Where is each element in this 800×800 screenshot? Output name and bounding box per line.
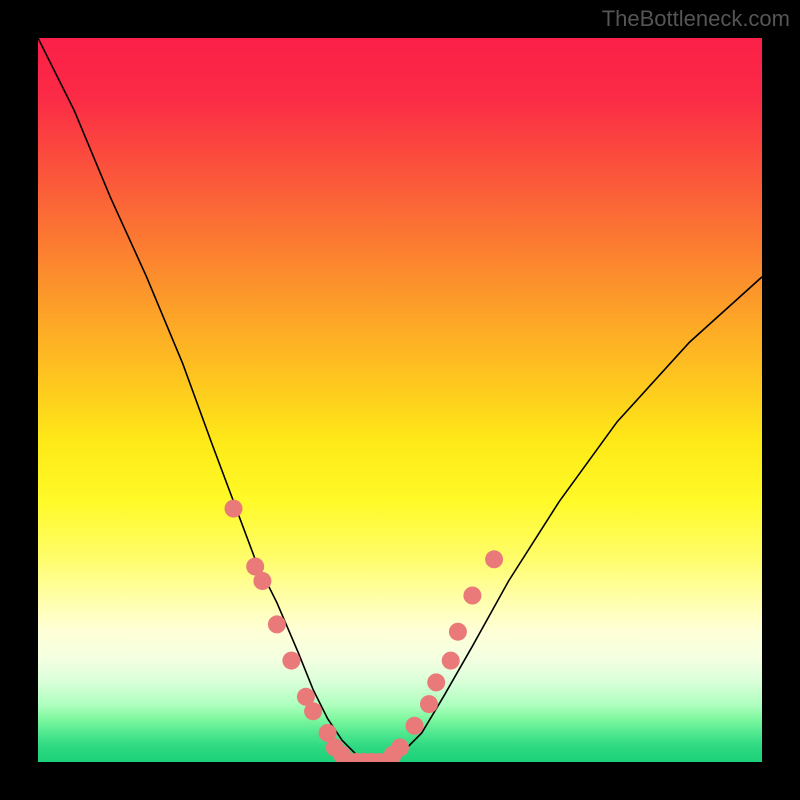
- right-markers: [406, 550, 504, 735]
- watermark: TheBottleneck.com: [602, 6, 790, 32]
- left-markers: [225, 500, 337, 742]
- plot-area: [38, 38, 762, 762]
- bottom-band: [326, 739, 409, 763]
- chart-svg: [38, 38, 762, 762]
- chart-container: TheBottleneck.com: [0, 0, 800, 800]
- bottleneck-curve: [38, 38, 762, 762]
